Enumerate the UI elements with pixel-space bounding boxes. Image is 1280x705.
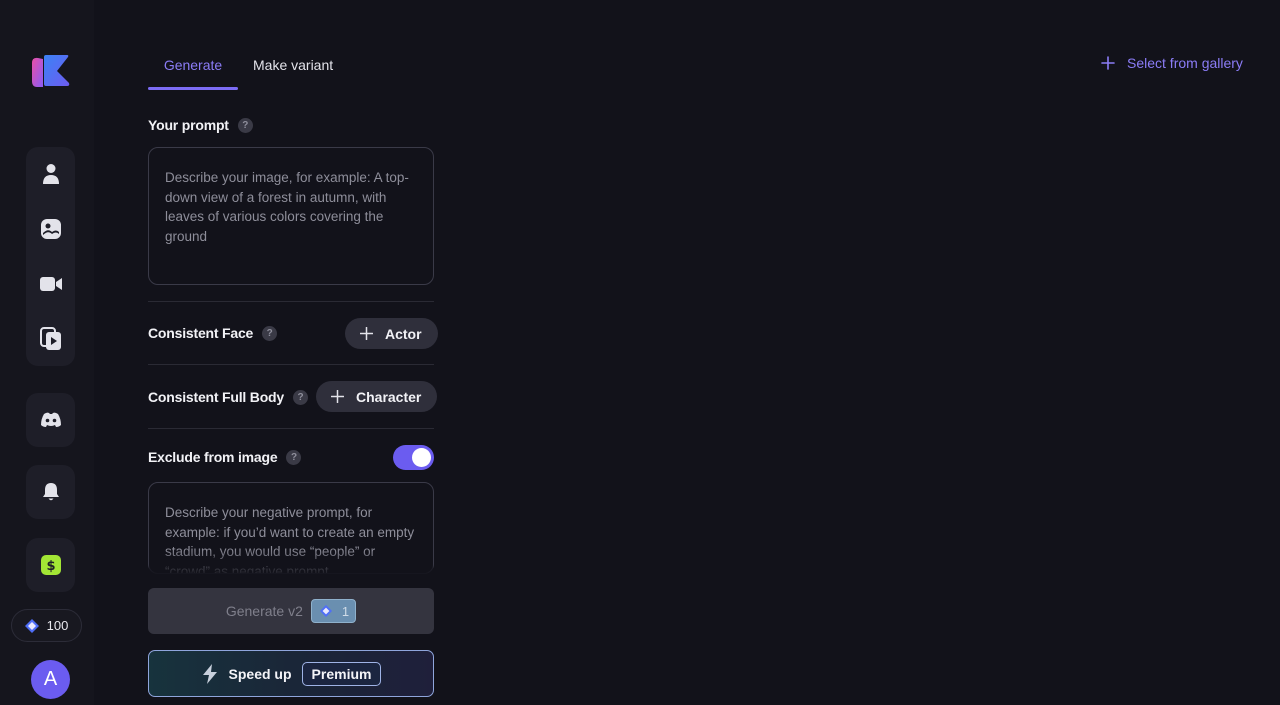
discord-button[interactable]	[26, 393, 75, 447]
gem-icon	[24, 618, 39, 633]
tab-make-variant-label: Make variant	[253, 57, 334, 73]
add-actor-label: Actor	[385, 325, 422, 342]
sidebar-nav-group	[26, 147, 75, 366]
app-logo[interactable]	[29, 53, 71, 89]
generate-button[interactable]: Generate v2 1	[148, 588, 434, 634]
notifications-button[interactable]	[26, 465, 75, 519]
premium-badge: Premium	[301, 661, 382, 686]
sidebar-item-video-library[interactable]	[26, 312, 75, 366]
consistent-body-label-text: Consistent Full Body	[148, 389, 285, 405]
video-camera-icon	[39, 277, 62, 291]
prompt-label: Your prompt ?	[148, 117, 253, 133]
negative-prompt-input[interactable]	[148, 482, 434, 574]
credits-balance[interactable]: 100	[11, 609, 82, 642]
sidebar-item-actors[interactable]	[26, 147, 75, 201]
cost-value: 1	[341, 603, 350, 619]
plus-icon	[360, 327, 373, 340]
cost-badge: 1	[310, 599, 357, 623]
tab-generate-label: Generate	[163, 57, 223, 73]
tab-make-variant[interactable]: Make variant	[253, 57, 333, 90]
bell-icon	[42, 483, 59, 501]
person-icon	[42, 164, 59, 184]
prompt-input[interactable]	[148, 147, 434, 285]
credits-count: 100	[46, 618, 69, 633]
avatar[interactable]: A	[31, 660, 70, 699]
tab-generate[interactable]: Generate	[148, 57, 238, 90]
speed-up-button[interactable]: Speed up Premium	[148, 650, 434, 697]
video-library-icon	[39, 327, 61, 350]
divider	[148, 301, 434, 302]
plus-icon	[1101, 56, 1115, 70]
image-icon	[40, 219, 61, 239]
add-character-label: Character	[356, 388, 422, 405]
select-from-gallery-label: Select from gallery	[1127, 55, 1243, 71]
consistent-body-label: Consistent Full Body ?	[148, 389, 309, 405]
help-icon[interactable]: ?	[237, 117, 253, 133]
avatar-initial: A	[43, 668, 58, 690]
plus-icon	[331, 390, 344, 403]
app-root: $ 100 A Generate Make variant Select fro…	[0, 0, 1280, 705]
dollar-icon: $	[40, 555, 61, 575]
select-from-gallery-link[interactable]: Select from gallery	[1101, 55, 1243, 71]
divider	[148, 364, 434, 365]
exclude-label-text: Exclude from image	[148, 449, 278, 465]
exclude-label: Exclude from image ?	[148, 449, 302, 465]
add-actor-button[interactable]: Actor	[345, 318, 438, 349]
lightning-icon	[202, 663, 217, 684]
consistent-face-label: Consistent Face ?	[148, 325, 278, 341]
speed-up-label: Speed up	[228, 665, 292, 682]
help-icon[interactable]: ?	[286, 449, 302, 465]
toggle-knob	[412, 448, 431, 467]
discord-icon	[40, 412, 61, 427]
consistent-face-label-text: Consistent Face	[148, 325, 254, 341]
exclude-toggle[interactable]	[393, 445, 434, 470]
prompt-label-text: Your prompt	[148, 117, 229, 133]
help-icon[interactable]: ?	[262, 325, 278, 341]
sidebar: $ 100 A	[0, 0, 94, 705]
generate-button-label: Generate v2	[225, 603, 303, 619]
svg-text:$: $	[46, 559, 55, 574]
add-character-button[interactable]: Character	[316, 381, 438, 412]
divider	[148, 428, 434, 429]
sidebar-item-images[interactable]	[26, 202, 75, 256]
pricing-button[interactable]: $	[26, 538, 75, 592]
gem-icon	[319, 605, 332, 617]
help-icon[interactable]: ?	[293, 389, 309, 405]
sidebar-item-video[interactable]	[26, 257, 75, 311]
